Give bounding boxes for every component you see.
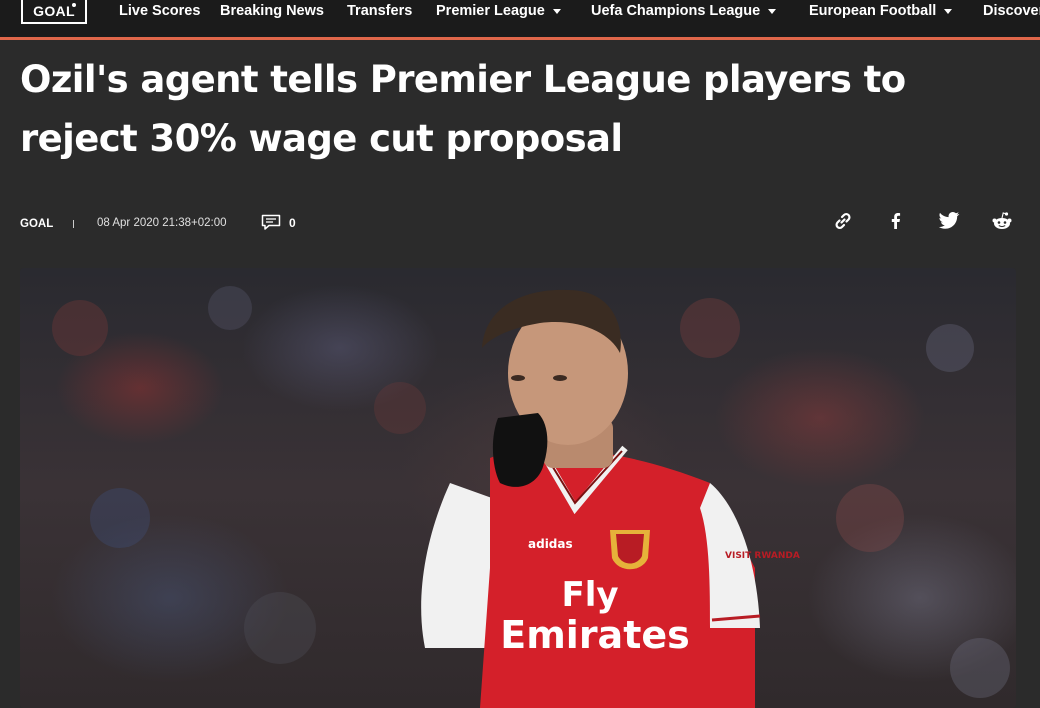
- player-illustration: Fly Emirates adidas VISIT RWANDA: [52, 286, 1010, 708]
- share-link-button[interactable]: [830, 208, 856, 234]
- comment-icon: [261, 214, 281, 230]
- nav-item-live-scores[interactable]: Live Scores: [119, 3, 200, 19]
- share-facebook-button[interactable]: [883, 208, 909, 234]
- shirt-sponsor-line2: Emirates: [500, 613, 690, 657]
- facebook-icon: [891, 213, 901, 229]
- chevron-down-icon: [768, 8, 777, 14]
- reddit-icon: [992, 212, 1012, 229]
- nav-item-label: Transfers: [347, 3, 413, 19]
- goal-logo[interactable]: GOAL: [21, 0, 87, 24]
- article-source[interactable]: GOAL: [20, 218, 53, 230]
- meta-divider: [73, 220, 74, 228]
- nav-item-premier-league[interactable]: Premier League: [436, 3, 561, 19]
- nav-item-label: European Football: [809, 3, 937, 19]
- logo-text: GOAL: [33, 3, 75, 19]
- article-hero-image: Fly Emirates adidas VISIT RWANDA: [20, 268, 1016, 708]
- nav-item-european-football[interactable]: European Football: [809, 3, 953, 19]
- chevron-down-icon: [552, 8, 561, 14]
- nav-item-label: Breaking News: [220, 3, 324, 19]
- chevron-down-icon: [944, 8, 953, 14]
- comment-count: 0: [289, 215, 296, 230]
- article-headline: Ozil's agent tells Premier League player…: [20, 58, 906, 160]
- share-reddit-button[interactable]: [989, 208, 1015, 234]
- sleeve-sponsor: VISIT RWANDA: [725, 551, 800, 561]
- nav-item-label: Uefa Champions League: [591, 3, 761, 19]
- nav-item-uefa-champions-league[interactable]: Uefa Champions League: [591, 3, 777, 19]
- shirt-sponsor-line1: Fly: [561, 575, 618, 615]
- nav-item-label: Premier League: [436, 3, 545, 19]
- logo-dot: [72, 3, 76, 7]
- comments-link[interactable]: 0: [261, 214, 296, 231]
- nav-item-discover[interactable]: Discover: [983, 3, 1040, 19]
- link-icon: [835, 212, 851, 230]
- top-navigation: GOAL Live Scores Breaking News Transfers…: [0, 0, 1040, 40]
- kit-brand-logo: adidas: [528, 537, 573, 551]
- nav-item-breaking-news[interactable]: Breaking News: [220, 3, 324, 19]
- nav-item-label: Live Scores: [119, 3, 201, 19]
- twitter-icon: [938, 212, 960, 229]
- article-meta: GOAL 08 Apr 2020 21:38+02:00: [20, 214, 227, 234]
- article-date: 08 Apr 2020 21:38+02:00: [97, 217, 227, 229]
- nav-item-label: Discover: [983, 3, 1040, 19]
- nav-item-transfers[interactable]: Transfers: [347, 3, 412, 19]
- share-twitter-button[interactable]: [936, 208, 962, 234]
